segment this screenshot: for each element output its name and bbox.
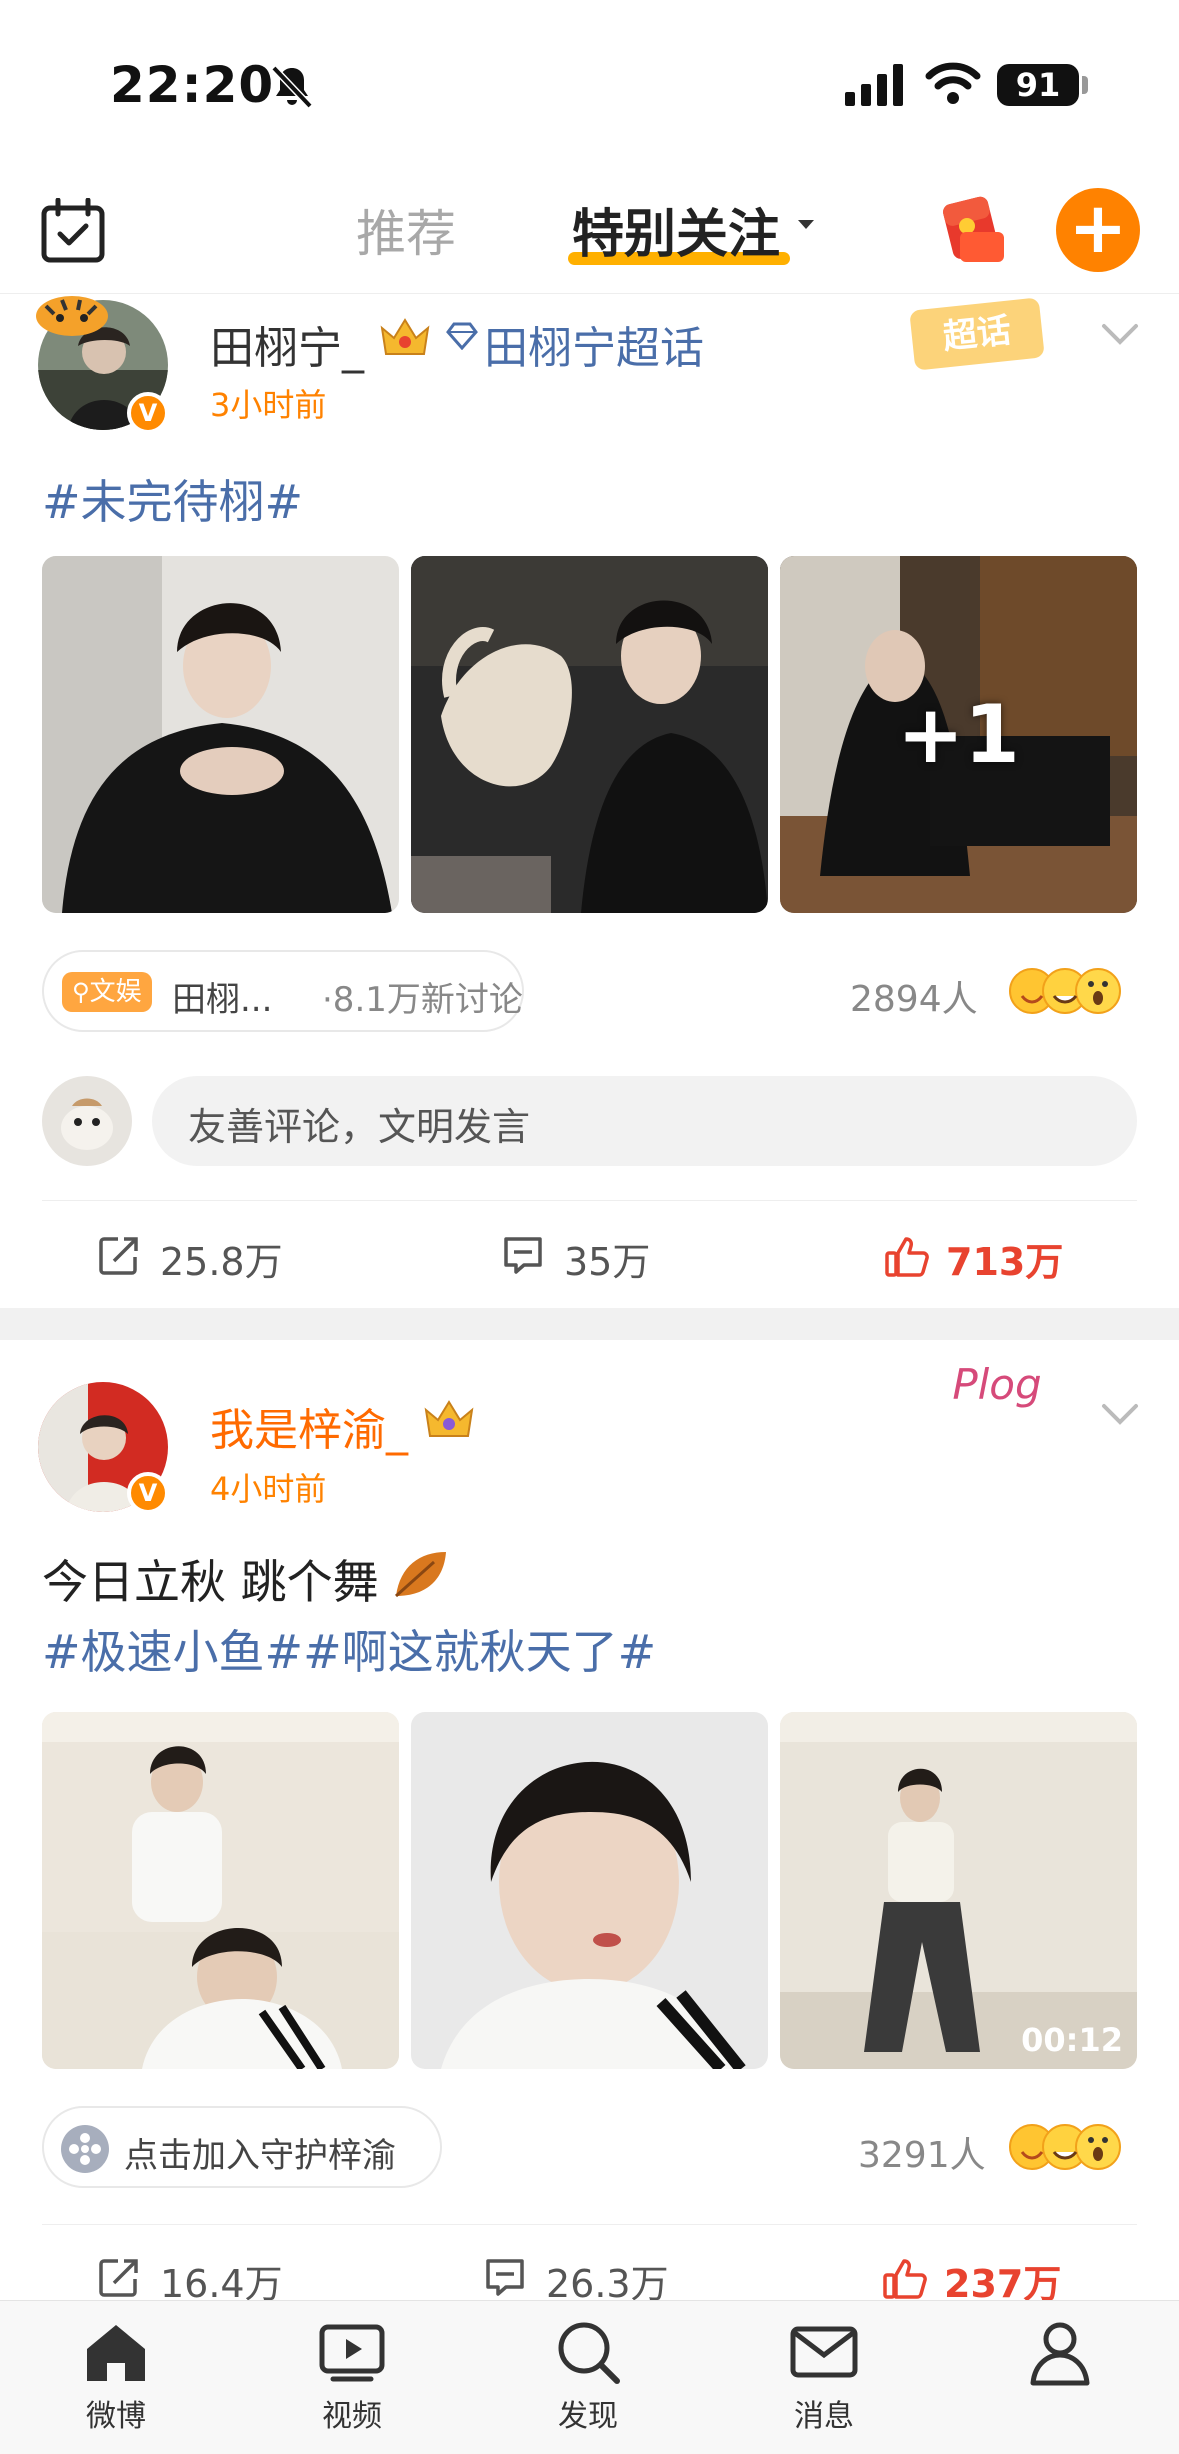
wifi-icon (925, 62, 981, 104)
video-duration: 00:12 (1021, 2021, 1123, 2059)
chevron-down-icon[interactable] (1100, 1402, 1140, 1426)
bottom-tab-bar: 微博 视频 发现 消息 (0, 2300, 1179, 2454)
post-image-3[interactable]: +1 (780, 556, 1137, 913)
topic-tag: ⚲文娱 (62, 972, 152, 1012)
calendar-check-icon[interactable] (40, 198, 106, 264)
chevron-down-icon[interactable] (1100, 322, 1140, 346)
battery-indicator: 91 (997, 64, 1079, 106)
crown-icon (424, 1400, 474, 1437)
people-count: 2894人 (850, 979, 978, 1020)
profile-icon (1030, 2322, 1090, 2386)
repost-icon (99, 2259, 138, 2297)
bottom-tab-video[interactable]: 视频 (282, 2317, 422, 2447)
username[interactable]: 田栩宁_ (210, 312, 364, 376)
signal-icon (845, 64, 903, 106)
post-hashtags[interactable]: #极速小鱼##啊这就秋天了# (42, 1616, 656, 1682)
repost-icon (99, 1237, 138, 1275)
tab-recommend[interactable]: 推荐 (356, 194, 456, 266)
thumbs-up-icon (883, 2259, 927, 2299)
comment-input[interactable]: 友善评论，文明发言 (152, 1076, 1137, 1166)
guard-label: 点击加入守护梓渝 (124, 2136, 396, 2176)
home-icon (87, 2325, 145, 2381)
like-count: 713万 (946, 1240, 1064, 1284)
status-time: 22:20 (110, 56, 275, 114)
post-separator (0, 1308, 1179, 1340)
username[interactable]: 我是梓渝_ (210, 1394, 408, 1458)
bottom-tab-messages[interactable]: 消息 (754, 2317, 894, 2447)
post-image-2[interactable] (411, 1712, 768, 2069)
verified-badge: V (127, 1472, 169, 1514)
comment-icon (504, 1237, 542, 1274)
thumbs-up-icon (885, 1237, 929, 1277)
topic-chip[interactable]: ⚲文娱 田栩... ·8.1万新讨论 (42, 950, 524, 1032)
topic-tag-label: 文娱 (89, 977, 142, 1007)
guard-chip[interactable]: 点击加入守护梓渝 (42, 2106, 442, 2188)
post-image-2[interactable] (411, 556, 768, 913)
more-images-count[interactable]: +1 (780, 556, 1137, 913)
autumn-leaf-icon (394, 1552, 446, 1598)
top-nav: 推荐 特别关注 + (0, 170, 1179, 294)
add-button[interactable]: + (1056, 188, 1140, 272)
guard-flower-icon (61, 2125, 109, 2173)
plog-sticker: Plog (952, 1360, 1042, 1409)
crown-icon (380, 318, 430, 355)
diamond-icon (446, 322, 478, 350)
battery-tip (1082, 76, 1088, 94)
verified-badge: V (127, 392, 169, 434)
video-icon (319, 2324, 385, 2382)
search-icon (558, 2322, 620, 2384)
post-image-1[interactable] (42, 556, 399, 913)
caret-down-icon[interactable] (798, 220, 814, 229)
people-count: 3291人 (858, 2135, 986, 2176)
red-packet-icon[interactable] (932, 192, 1008, 268)
comment-placeholder: 友善评论，文明发言 (188, 1105, 531, 1149)
action-bar: 25.8万 35万 713万 (42, 1200, 1137, 1300)
tiger-decoration-icon (36, 296, 108, 336)
bottom-tab-weibo[interactable]: 微博 (46, 2317, 186, 2447)
topic-name: 田栩... (172, 980, 273, 1020)
reaction-emoji-icon[interactable] (1008, 966, 1122, 1016)
post-time: 4小时前 (210, 1470, 327, 1508)
bottom-tab-discover[interactable]: 发现 (518, 2317, 658, 2447)
supertopic-link[interactable]: 田栩宁超话 (484, 312, 704, 376)
repost-count: 25.8万 (160, 1240, 283, 1284)
reaction-emoji-icon[interactable] (1008, 2122, 1122, 2172)
comment-count: 35万 (564, 1240, 651, 1284)
bottom-tab-profile[interactable] (990, 2317, 1130, 2447)
topic-search-icon: ⚲ (72, 978, 90, 1006)
bottom-tab-label: 消息 (794, 2399, 854, 2434)
bottom-tab-label: 发现 (558, 2399, 618, 2434)
mail-icon (790, 2326, 858, 2378)
my-avatar[interactable] (42, 1076, 132, 1166)
bottom-tab-label: 视频 (322, 2399, 382, 2434)
post-video-thumbnail[interactable]: 00:12 (780, 1712, 1137, 2069)
bell-off-icon (271, 65, 313, 109)
comment-icon (486, 2259, 524, 2296)
supertopic-sticker: 超话 (909, 297, 1045, 371)
post-text: 今日立秋 跳个舞 (42, 1555, 379, 1609)
post-hashtags[interactable]: #未完待栩# (42, 466, 303, 532)
post-image-1[interactable] (42, 1712, 399, 2069)
tab-special-follow[interactable]: 特别关注 (572, 192, 780, 267)
post-time: 3小时前 (210, 386, 327, 424)
bottom-tab-label: 微博 (86, 2399, 146, 2434)
topic-discussion: ·8.1万新讨论 (322, 980, 523, 1020)
status-bar: 22:20 91 (0, 0, 1179, 170)
